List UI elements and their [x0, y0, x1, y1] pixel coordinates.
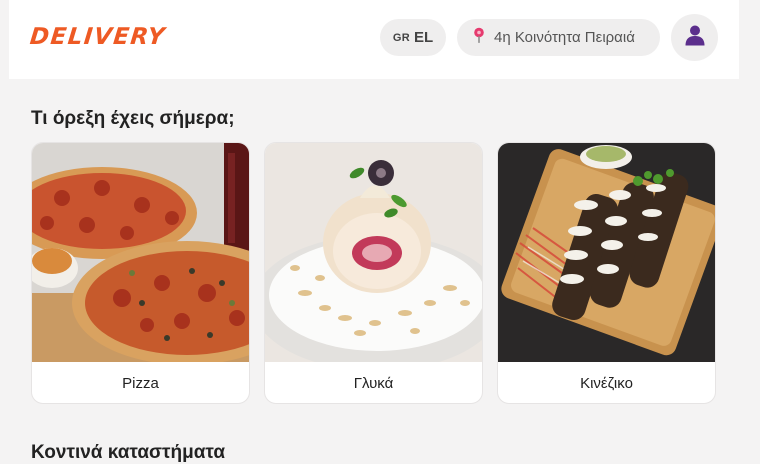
user-avatar-icon [684, 24, 706, 51]
location-selector[interactable]: 4η Κοινότητα Πειραιά [457, 19, 660, 56]
sweets-image [265, 143, 482, 371]
language-label: EL [413, 29, 434, 46]
language-code: GR [392, 31, 410, 44]
nearby-stores-heading: Κοντινά καταστήματα [31, 442, 226, 463]
category-card-sweets[interactable]: Γλυκά [264, 142, 483, 404]
location-pin-icon [473, 27, 485, 48]
category-label-chinese: Κινέζικο [580, 375, 633, 392]
chinese-food-image [498, 143, 715, 362]
category-label-sweets: Γλυκά [353, 375, 394, 392]
location-text: 4η Κοινότητα Πειραιά [494, 29, 635, 46]
category-label-pizza: Pizza [122, 375, 159, 392]
category-card-chinese[interactable]: Κινέζικο [497, 142, 716, 404]
app-header: DELIVERY GR EL 4η Κοινότητα Πειραιά [9, 0, 739, 79]
user-account-button[interactable] [671, 14, 718, 61]
language-selector[interactable]: GR EL [380, 19, 446, 56]
pizza-image [32, 143, 249, 365]
category-card-pizza[interactable]: Pizza [31, 142, 250, 404]
delivery-logo[interactable]: DELIVERY [29, 24, 168, 50]
appetite-heading: Τι όρεξη έχεις σήμερα; [31, 108, 235, 129]
